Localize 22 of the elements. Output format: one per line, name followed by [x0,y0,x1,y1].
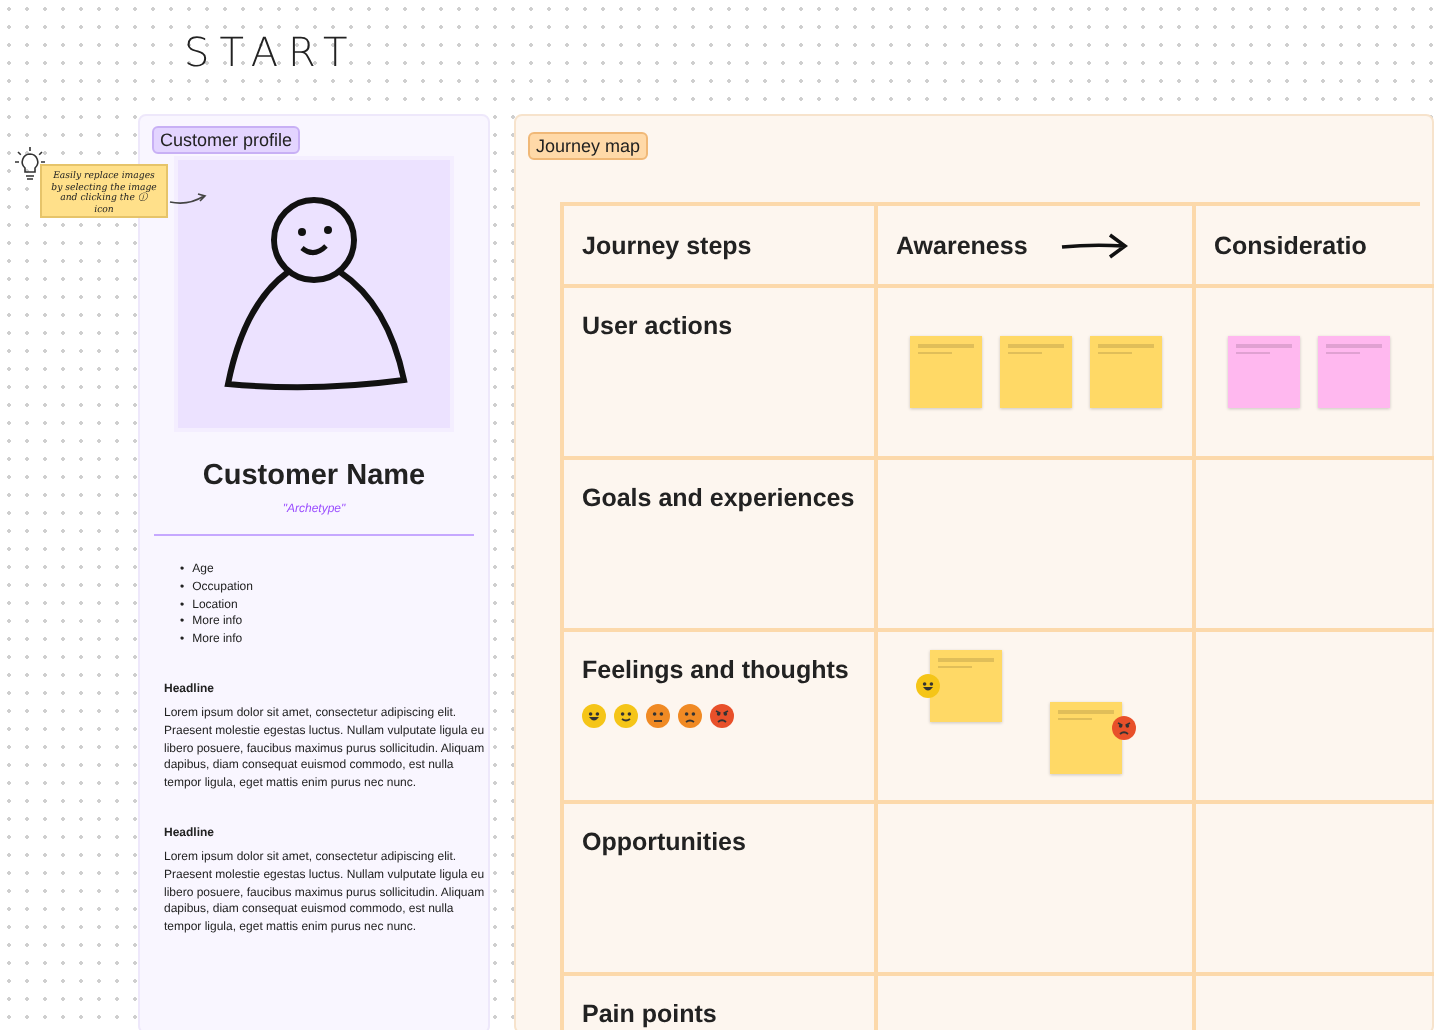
board-title: START [184,28,358,76]
right-arrow-icon [1059,231,1128,259]
sticky-note[interactable] [1318,336,1390,408]
lightbulb-icon [14,146,46,182]
column-header: Journey steps [582,231,752,259]
sticky-note[interactable] [1050,702,1122,774]
sticky-note[interactable] [930,650,1002,722]
sticky-note[interactable] [1090,336,1162,408]
row-label: User actions [582,310,735,344]
row-label: Opportunities [582,826,748,860]
customer-name: Customer Name [200,460,428,492]
row-label: Feelings and thoughts [582,654,851,688]
section-tag: Customer profile [152,126,301,154]
column-header: Consideratio [1214,231,1367,259]
section-tag: Journey map [528,132,649,160]
column-header: Awareness [896,231,1028,259]
sticky-note[interactable] [1000,336,1072,408]
sticky-note[interactable] [910,336,982,408]
row-label: Pain points [582,998,719,1030]
sticky-note[interactable] [1228,336,1300,408]
row-label: Goals and experiences [582,482,857,516]
curved-arrow-icon [168,188,208,206]
